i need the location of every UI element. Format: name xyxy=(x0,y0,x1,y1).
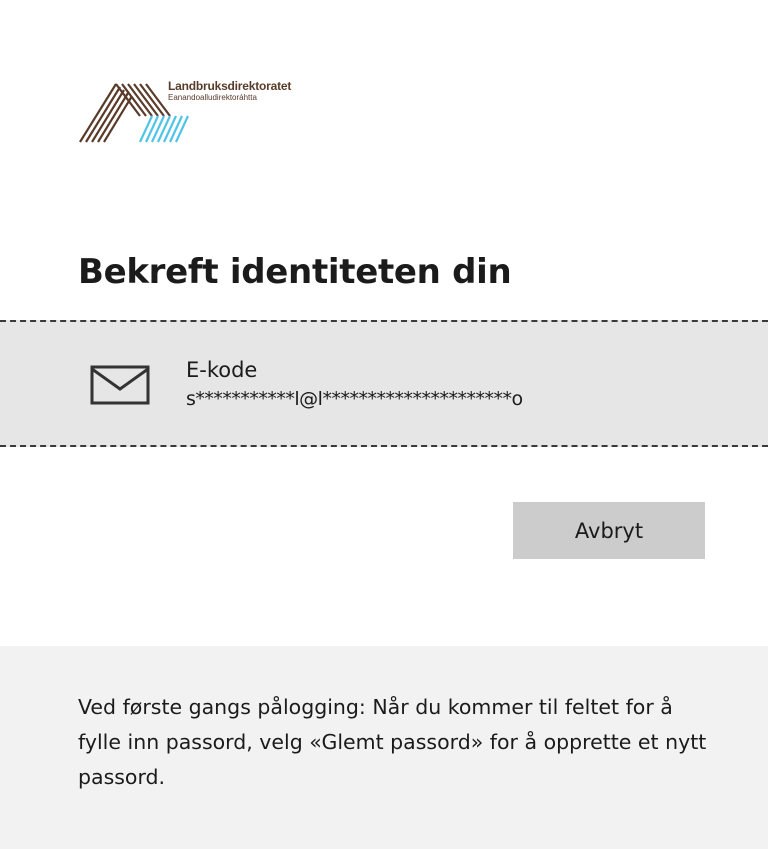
footer-info: Ved første gangs pålogging: Når du komme… xyxy=(0,646,768,849)
logo-name: Landbruksdirektoratet xyxy=(168,79,292,93)
page-title: Bekreft identiteten din xyxy=(78,252,512,292)
logo: Landbruksdirektoratet Eanandoalludirekto… xyxy=(78,78,338,148)
verification-method-email-option[interactable]: E-kode s***********l@l******************… xyxy=(0,320,768,447)
logo-text: Landbruksdirektoratet Eanandoalludirekto… xyxy=(168,80,291,102)
masked-email: s***********l@l*********************o xyxy=(186,388,523,410)
footer-note: Ved første gangs pålogging: Når du komme… xyxy=(78,695,707,789)
cancel-button[interactable]: Avbryt xyxy=(513,502,705,559)
logo-subtitle: Eanandoalludirektoráhtta xyxy=(168,93,257,102)
sign-in-card: Landbruksdirektoratet Eanandoalludirekto… xyxy=(0,0,768,849)
method-label: E-kode xyxy=(186,358,258,382)
mail-icon xyxy=(90,365,150,405)
